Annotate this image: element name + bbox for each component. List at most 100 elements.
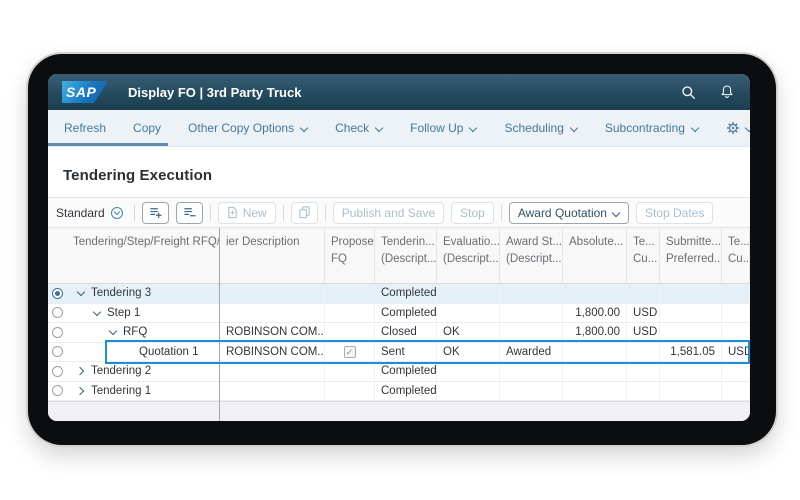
cell-currency-2 bbox=[722, 304, 750, 323]
table-row[interactable]: Tendering 2 Completed bbox=[48, 362, 750, 382]
menu-item-other-copy-options[interactable]: Other Copy Options bbox=[188, 121, 308, 135]
chevron-down-icon bbox=[300, 125, 308, 131]
cell-currency-2 bbox=[722, 362, 750, 381]
cell-currency-1: USD bbox=[627, 323, 660, 342]
view-selector-icon bbox=[110, 206, 124, 220]
stop-dates-button[interactable]: Stop Dates bbox=[636, 202, 713, 224]
table-body: Tendering 3 Completed Step 1 Completed 1… bbox=[48, 284, 750, 401]
tree-expander-icon[interactable] bbox=[91, 307, 103, 319]
table-row[interactable]: Tendering 3 Completed bbox=[48, 284, 750, 304]
cell-proposed-fq bbox=[325, 284, 375, 303]
screenshot-canvas: SAP Display FO | 3rd Party Truck Refresh… bbox=[0, 0, 800, 500]
toolbar-separator bbox=[283, 205, 284, 221]
menu-item-check[interactable]: Check bbox=[335, 121, 383, 135]
new-button[interactable]: New bbox=[218, 202, 276, 224]
cell-submitted-preferred bbox=[660, 362, 722, 381]
search-icon[interactable] bbox=[681, 85, 696, 100]
column-header-tendering-status[interactable]: Tenderin...(Descript... bbox=[375, 228, 437, 283]
cell-currency-2: USD bbox=[722, 343, 750, 362]
cell-absolute: 1,800.00 bbox=[563, 323, 627, 342]
menu-item-refresh[interactable]: Refresh bbox=[64, 121, 106, 135]
tree-node-label: Tendering 1 bbox=[91, 385, 151, 397]
row-select-radio[interactable] bbox=[52, 346, 63, 357]
notifications-bell-icon[interactable] bbox=[720, 84, 734, 100]
publish-and-save-button[interactable]: Publish and Save bbox=[333, 202, 444, 224]
tree-expander-icon[interactable] bbox=[75, 287, 87, 299]
row-select-radio[interactable] bbox=[52, 288, 63, 299]
proposed-fq-checkbox[interactable]: ✓ bbox=[344, 346, 356, 358]
cell-carrier-description bbox=[220, 284, 325, 303]
cell-absolute bbox=[563, 343, 627, 362]
cell-submitted-preferred bbox=[660, 284, 722, 303]
stop-button[interactable]: Stop bbox=[451, 202, 494, 224]
chevron-down-icon bbox=[469, 125, 477, 131]
column-header-currency-2[interactable]: Te...Cu... bbox=[722, 228, 750, 283]
select-all-column-header bbox=[48, 228, 67, 283]
view-selector[interactable]: Standard bbox=[56, 206, 124, 220]
row-select-radio[interactable] bbox=[52, 327, 63, 338]
cell-carrier-description bbox=[220, 304, 325, 323]
cell-submitted-preferred bbox=[660, 382, 722, 401]
row-select-radio[interactable] bbox=[52, 307, 63, 318]
cell-carrier-description bbox=[220, 362, 325, 381]
cell-award-status: Awarded bbox=[500, 343, 563, 362]
table-toolbar: Standard New Publish and Save Stop bbox=[48, 197, 750, 228]
cell-award-status bbox=[500, 304, 563, 323]
cell-evaluation bbox=[437, 382, 500, 401]
tree-expander-icon[interactable] bbox=[107, 326, 119, 338]
cell-award-status bbox=[500, 284, 563, 303]
award-quotation-button[interactable]: Award Quotation bbox=[509, 202, 629, 224]
row-select-radio[interactable] bbox=[52, 366, 63, 377]
settings-menu-button[interactable] bbox=[726, 121, 750, 135]
tree-node-label: RFQ bbox=[123, 326, 147, 338]
menu-item-scheduling[interactable]: Scheduling bbox=[504, 121, 577, 135]
tree-expander-icon[interactable] bbox=[75, 385, 87, 397]
tree-node-label: Step 1 bbox=[107, 307, 140, 319]
expand-all-button[interactable] bbox=[142, 202, 169, 224]
cell-currency-1: USD bbox=[627, 304, 660, 323]
chevron-down-icon bbox=[691, 125, 699, 131]
column-header-evaluation[interactable]: Evaluatio...(Descript... bbox=[437, 228, 500, 283]
cell-proposed-fq bbox=[325, 323, 375, 342]
cell-evaluation: OK bbox=[437, 323, 500, 342]
copy-button[interactable] bbox=[291, 202, 318, 224]
cell-submitted-preferred bbox=[660, 304, 722, 323]
shell-bar: SAP Display FO | 3rd Party Truck bbox=[48, 74, 750, 110]
menu-item-follow-up[interactable]: Follow Up bbox=[410, 121, 477, 135]
cell-carrier-description: ROBINSON COM... bbox=[220, 343, 325, 362]
active-tab-underline bbox=[48, 143, 168, 146]
row-select-radio[interactable] bbox=[52, 385, 63, 396]
page-header: Tendering Execution bbox=[48, 147, 750, 197]
toolbar-separator bbox=[501, 205, 502, 221]
app-title: Display FO | 3rd Party Truck bbox=[128, 85, 301, 100]
column-header-submitted-preferred[interactable]: Submitte...Preferred... bbox=[660, 228, 722, 283]
collapse-all-button[interactable] bbox=[176, 202, 203, 224]
column-header-award-status[interactable]: Award St...(Descript... bbox=[500, 228, 563, 283]
column-header-currency-1[interactable]: Te...Cu... bbox=[627, 228, 660, 283]
column-header-hierarchy[interactable]: Tendering/Step/Freight RFQ/... bbox=[67, 228, 220, 283]
menu-bar: Refresh Copy Other Copy Options Check Fo… bbox=[48, 110, 750, 147]
menu-item-subcontracting[interactable]: Subcontracting bbox=[605, 121, 699, 135]
cell-award-status bbox=[500, 382, 563, 401]
cell-currency-2 bbox=[722, 382, 750, 401]
cell-evaluation: OK bbox=[437, 343, 500, 362]
cell-proposed-fq bbox=[325, 362, 375, 381]
toolbar-separator bbox=[325, 205, 326, 221]
column-header-absolute[interactable]: Absolute... bbox=[563, 228, 627, 283]
table-row[interactable]: RFQ ROBINSON COM... Closed OK 1,800.00 U… bbox=[48, 323, 750, 343]
cell-submitted-preferred: 1,581.05 bbox=[660, 343, 722, 362]
tree-expander-icon[interactable] bbox=[75, 365, 87, 377]
menu-item-copy[interactable]: Copy bbox=[133, 121, 161, 135]
column-header-proposed-fq[interactable]: ProposedFQ bbox=[325, 228, 375, 283]
table-row[interactable]: Step 1 Completed 1,800.00 USD bbox=[48, 304, 750, 324]
expand-all-icon bbox=[149, 206, 162, 219]
cell-evaluation bbox=[437, 284, 500, 303]
table-row[interactable]: Quotation 1 ROBINSON COM... ✓ Sent OK Aw… bbox=[48, 343, 750, 363]
table-row[interactable]: Tendering 1 Completed bbox=[48, 382, 750, 402]
toolbar-separator bbox=[210, 205, 211, 221]
chevron-down-icon bbox=[612, 210, 620, 216]
column-header-carrier-description[interactable]: ier Description bbox=[220, 228, 325, 283]
toolbar-separator bbox=[134, 205, 135, 221]
sap-logo: SAP bbox=[62, 81, 108, 103]
cell-proposed-fq bbox=[325, 382, 375, 401]
